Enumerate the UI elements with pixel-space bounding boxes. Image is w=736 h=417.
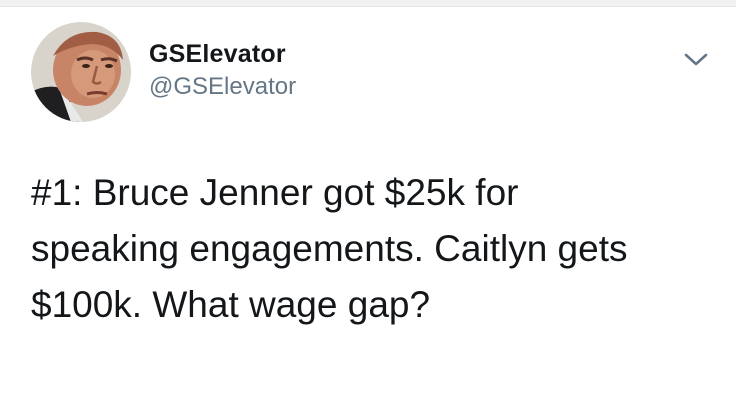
top-divider bbox=[0, 0, 736, 7]
chevron-down-icon[interactable] bbox=[683, 50, 709, 70]
profile-photo-icon bbox=[31, 22, 131, 122]
author-handle[interactable]: @GSElevator bbox=[149, 73, 296, 101]
author-display-name[interactable]: GSElevator bbox=[149, 40, 286, 69]
tweet-text: #1: Bruce Jenner got $25k for speaking e… bbox=[31, 172, 628, 325]
avatar[interactable] bbox=[31, 22, 131, 122]
